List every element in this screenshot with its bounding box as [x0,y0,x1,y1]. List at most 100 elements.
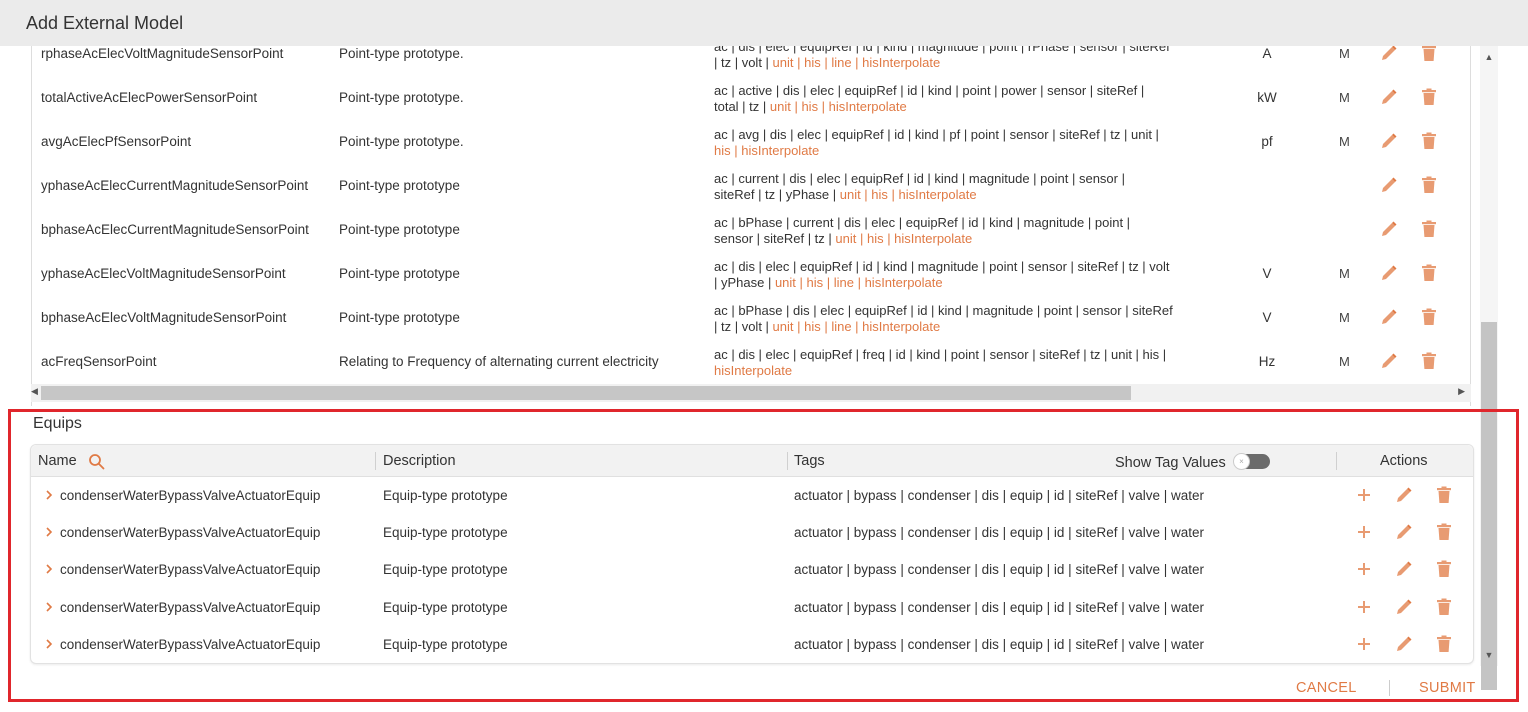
pencil-icon[interactable] [1380,308,1398,326]
pencil-icon[interactable] [1380,46,1398,62]
point-name: bphaseAcElecVoltMagnitudeSensorPoint [41,310,287,325]
column-header-name: Name [38,453,77,469]
point-unit: V [1262,266,1272,281]
equip-row[interactable]: condenserWaterBypassValveActuatorEquip Eq… [31,635,1473,674]
point-name: yphaseAcElecVoltMagnitudeSensorPoint [41,266,286,281]
points-table: rphaseAcElecVoltMagnitudeSensorPoint Poin… [31,46,1471,406]
point-unit: Hz [1258,354,1276,369]
trash-icon[interactable] [1421,352,1437,370]
equip-tags: actuator | bypass | condenser | dis | eq… [794,637,1205,652]
equips-section-title: Equips [33,415,82,432]
point-tags-line: ac | dis | elec | equipRef | id | kind |… [714,46,1170,54]
trash-icon[interactable] [1436,598,1452,616]
scroll-down-arrow-icon[interactable]: ▼ [1480,648,1498,662]
scroll-right-arrow-icon[interactable]: ▶ [1458,386,1465,397]
search-icon[interactable] [88,453,105,470]
point-tags-line: | tz | volt | unit | his | line | hisInt… [714,319,1204,335]
equip-description: Equip-type prototype [383,637,508,652]
point-tags-line: ac | bPhase | current | dis | elec | equ… [714,215,1131,230]
point-description: Point-type prototype [339,266,460,281]
chevron-right-icon[interactable] [44,525,54,539]
pencil-icon[interactable] [1380,88,1398,106]
equip-row[interactable]: condenserWaterBypassValveActuatorEquip Eq… [31,523,1473,562]
points-horizontal-scrollbar[interactable]: ◀ ▶ [31,384,1471,402]
point-extra: M [1339,134,1350,149]
submit-button[interactable]: SUBMIT [1419,680,1476,696]
trash-icon[interactable] [1421,308,1437,326]
trash-icon[interactable] [1421,46,1437,62]
plus-icon[interactable] [1356,636,1372,652]
point-tags: ac | dis | elec | equipRef | freq | id |… [714,347,1204,379]
pencil-icon[interactable] [1395,560,1413,578]
point-tags-plain: sensor | siteRef | tz | [714,231,836,246]
cancel-button[interactable]: CANCEL [1296,680,1357,696]
scroll-left-arrow-icon[interactable]: ◀ [31,386,38,397]
equips-table: Name Description Tags Show Tag Values × … [30,444,1474,664]
chevron-right-icon[interactable] [44,562,54,576]
trash-icon[interactable] [1436,635,1452,653]
plus-icon[interactable] [1356,561,1372,577]
point-description: Relating to Frequency of alternating cur… [339,354,659,369]
dialog-header: Add External Model [0,0,1528,46]
chevron-right-icon[interactable] [44,637,54,651]
pencil-icon[interactable] [1395,486,1413,504]
trash-icon[interactable] [1436,486,1452,504]
equip-description: Equip-type prototype [383,525,508,540]
equip-row[interactable]: condenserWaterBypassValveActuatorEquip Eq… [31,560,1473,599]
point-tags-highlighted: his | hisInterpolate [714,143,820,158]
plus-icon[interactable] [1356,599,1372,615]
point-tags: ac | bPhase | dis | elec | equipRef | id… [714,303,1204,335]
point-description: Point-type prototype [339,310,460,325]
equips-table-header: Name Description Tags Show Tag Values × … [31,445,1473,477]
equip-name: condenserWaterBypassValveActuatorEquip [60,562,321,577]
trash-icon[interactable] [1436,523,1452,541]
pencil-icon[interactable] [1395,523,1413,541]
point-description: Point-type prototype [339,178,460,193]
point-name: avgAcElecPfSensorPoint [41,134,192,149]
point-extra: M [1339,46,1350,61]
equip-row[interactable]: condenserWaterBypassValveActuatorEquip Eq… [31,486,1473,525]
scrollbar-thumb[interactable] [41,386,1131,400]
pencil-icon[interactable] [1395,598,1413,616]
pencil-icon[interactable] [1380,220,1398,238]
pencil-icon[interactable] [1380,352,1398,370]
trash-icon[interactable] [1421,132,1437,150]
trash-icon[interactable] [1421,220,1437,238]
trash-icon[interactable] [1421,176,1437,194]
plus-icon[interactable] [1356,487,1372,503]
point-extra: M [1339,90,1350,105]
trash-icon[interactable] [1421,88,1437,106]
content-vertical-scrollbar[interactable]: ▲ ▼ [1480,46,1498,690]
pencil-icon[interactable] [1380,132,1398,150]
point-tags-highlighted: hisInterpolate [714,363,793,378]
equip-tags: actuator | bypass | condenser | dis | eq… [794,525,1205,540]
point-description: Point-type prototype. [339,90,464,105]
point-tags-line: ac | dis | elec | equipRef | freq | id |… [714,347,1167,362]
equip-row[interactable]: condenserWaterBypassValveActuatorEquip Eq… [31,598,1473,637]
point-name: yphaseAcElecCurrentMagnitudeSensorPoint [41,178,309,193]
chevron-right-icon[interactable] [44,488,54,502]
pencil-icon[interactable] [1395,635,1413,653]
point-tags: ac | dis | elec | equipRef | id | kind |… [714,259,1204,291]
point-extra: M [1339,354,1350,369]
point-tags-highlighted: unit | his | hisInterpolate [769,99,907,114]
pencil-icon[interactable] [1380,176,1398,194]
point-tags-plain: siteRef | tz | yPhase | [714,187,840,202]
plus-icon[interactable] [1356,524,1372,540]
point-description: Point-type prototype. [339,134,464,149]
pencil-icon[interactable] [1380,264,1398,282]
show-tag-values-toggle[interactable]: × [1233,453,1270,470]
point-tags: ac | bPhase | current | dis | elec | equ… [714,215,1204,247]
chevron-right-icon[interactable] [44,600,54,614]
trash-icon[interactable] [1421,264,1437,282]
point-name: totalActiveAcElecPowerSensorPoint [41,90,258,105]
trash-icon[interactable] [1436,560,1452,578]
point-tags-highlighted: unit | his | line | hisInterpolate [772,319,941,334]
point-name: rphaseAcElecVoltMagnitudeSensorPoint [41,46,284,61]
equip-name: condenserWaterBypassValveActuatorEquip [60,525,321,540]
scrollbar-thumb[interactable] [1481,322,1497,690]
point-tags-line: ac | active | dis | elec | equipRef | id… [714,83,1145,98]
scroll-up-arrow-icon[interactable]: ▲ [1480,50,1498,64]
point-tags-line: sensor | siteRef | tz | unit | his | his… [714,231,1204,247]
point-tags-line: hisInterpolate [714,363,1204,379]
